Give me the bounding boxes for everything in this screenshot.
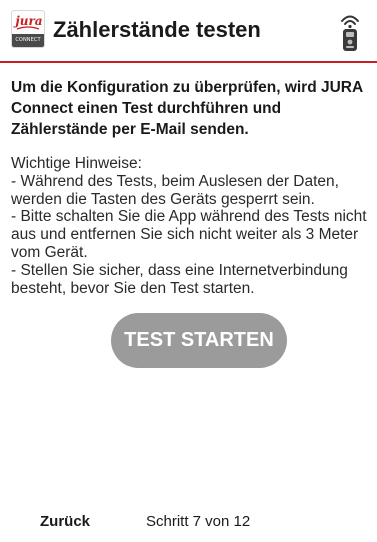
app-bar: jura CONNECT Zählerstände testen	[0, 0, 377, 62]
back-button[interactable]: Zurück	[40, 513, 90, 531]
logo-swoosh-icon	[16, 26, 40, 30]
note-item: - Während des Tests, beim Auslesen der D…	[11, 172, 339, 208]
jura-connect-logo: jura CONNECT	[11, 10, 45, 48]
note-item: - Bitte schalten Sie die App während des…	[11, 208, 367, 261]
logo-connect-label: CONNECT	[12, 34, 44, 47]
notes-heading: Wichtige Hinweise:	[11, 155, 142, 172]
note-item: - Stellen Sie sicher, dass eine Internet…	[11, 261, 348, 297]
main-content: Um die Konfiguration zu überprüfen, wird…	[11, 77, 373, 297]
notes-section: Wichtige Hinweise: - Während des Tests, …	[11, 155, 373, 297]
intro-text: Um die Konfiguration zu überprüfen, wird…	[11, 79, 363, 138]
footer: Zurück Schritt 7 von 12	[0, 505, 377, 542]
header-divider	[0, 61, 377, 63]
start-test-button[interactable]: TEST STARTEN	[111, 313, 287, 368]
step-indicator: Schritt 7 von 12	[146, 513, 251, 530]
remote-signal-icon[interactable]	[338, 12, 362, 52]
page-title: Zählerstände testen	[53, 17, 261, 42]
